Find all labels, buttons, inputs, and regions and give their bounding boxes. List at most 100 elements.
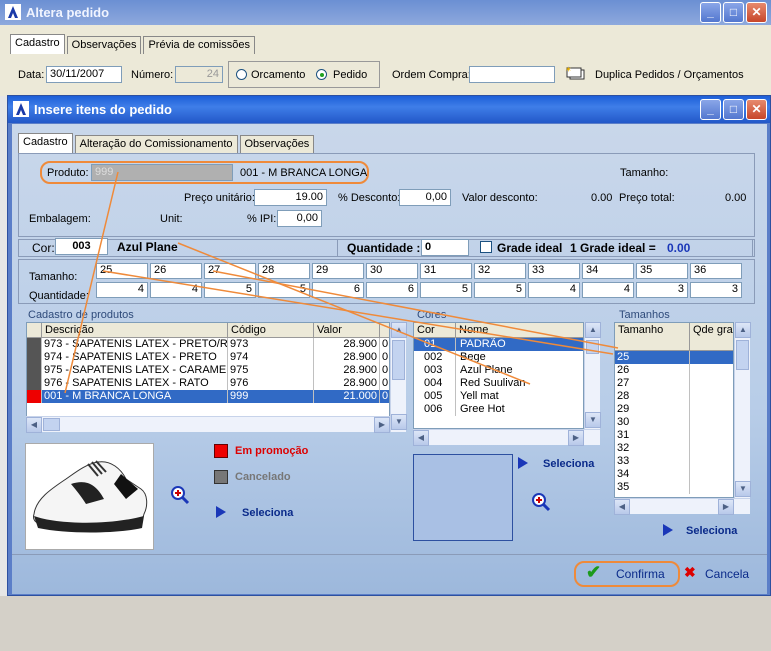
produto-code-field[interactable]: 999 [91, 164, 233, 181]
scroll-up-icon[interactable]: ▲ [391, 322, 407, 338]
close-icon[interactable]: ✕ [746, 99, 767, 120]
header-nome[interactable]: Nome [456, 323, 583, 338]
scroll-thumb[interactable] [586, 340, 599, 354]
size-box[interactable]: 31 [420, 263, 472, 279]
zoom-icon[interactable] [170, 485, 190, 505]
table-row[interactable]: 32 [615, 442, 733, 455]
seleciona-produto-button[interactable]: Seleciona [242, 507, 293, 519]
size-box[interactable]: 30 [366, 263, 418, 279]
table-row[interactable]: 33 [615, 455, 733, 468]
grade-ideal-checkbox[interactable] [480, 241, 492, 253]
tab-previa-comissoes[interactable]: Prévia de comissões [143, 36, 255, 54]
scroll-down-icon[interactable]: ▼ [735, 481, 751, 497]
quantity-box[interactable]: 6 [312, 282, 364, 298]
cores-hscroll[interactable]: ◀ ▶ [413, 429, 600, 446]
desconto-field[interactable]: 0,00 [399, 189, 451, 206]
pedido-radio[interactable] [316, 69, 327, 80]
scroll-down-icon[interactable]: ▼ [585, 412, 601, 428]
header-cor[interactable]: Cor [414, 323, 456, 338]
header-qde-grade[interactable]: Qde grade id [690, 323, 733, 351]
close-icon[interactable]: ✕ [746, 2, 767, 23]
scroll-down-icon[interactable]: ▼ [391, 414, 407, 430]
table-row[interactable]: 01 PADRÃO [414, 338, 583, 351]
size-box[interactable]: 25 [96, 263, 148, 279]
table-row[interactable]: 004 Red Suulivan [414, 377, 583, 390]
quantity-box[interactable]: 3 [690, 282, 742, 298]
quantidade-field[interactable]: 0 [421, 239, 469, 256]
data-field[interactable]: 30/11/2007 [46, 66, 122, 83]
size-box[interactable]: 36 [690, 263, 742, 279]
tamanhos-hscroll[interactable]: ◀ ▶ [614, 498, 750, 515]
scroll-right-icon[interactable]: ▶ [718, 499, 734, 515]
tab-cadastro[interactable]: Cadastro [18, 133, 73, 153]
orcamento-radio[interactable] [236, 69, 247, 80]
header-tamanho[interactable]: Tamanho [615, 323, 690, 351]
size-box[interactable]: 32 [474, 263, 526, 279]
scroll-right-icon[interactable]: ▶ [374, 417, 390, 433]
cores-vscroll[interactable]: ▲ ▼ [584, 322, 601, 429]
scroll-right-icon[interactable]: ▶ [568, 430, 584, 446]
seleciona-cor-button[interactable]: Seleciona [543, 458, 594, 470]
size-box[interactable]: 33 [528, 263, 580, 279]
table-row[interactable]: 002 Bege [414, 351, 583, 364]
cor-code-field[interactable]: 003 [55, 238, 108, 255]
table-row[interactable]: 975 - SAPATENIS LATEX - CARAMEL 975 28.900… [27, 364, 389, 377]
quantity-box[interactable]: 6 [366, 282, 418, 298]
duplica-pedidos-link[interactable]: Duplica Pedidos / Orçamentos [595, 69, 744, 81]
scroll-left-icon[interactable]: ◀ [26, 417, 42, 433]
minimize-icon[interactable]: _ [700, 99, 721, 120]
scroll-thumb[interactable] [392, 340, 405, 380]
tab-cadastro[interactable]: Cadastro [10, 34, 65, 54]
table-row[interactable]: 25 [615, 351, 733, 364]
size-box[interactable]: 35 [636, 263, 688, 279]
table-row[interactable]: 001 - M BRANCA LONGA 999 21.000 0 [27, 390, 389, 403]
scroll-left-icon[interactable]: ◀ [413, 430, 429, 446]
ipi-field[interactable]: 0,00 [277, 210, 322, 227]
table-row[interactable]: 976 - SAPATENIS LATEX - RATO 976 28.900 0 [27, 377, 389, 390]
size-box[interactable]: 29 [312, 263, 364, 279]
scroll-thumb[interactable] [43, 418, 60, 431]
tab-alteracao-comissionamento[interactable]: Alteração do Comissionamento [74, 135, 238, 153]
table-row[interactable]: 30 [615, 416, 733, 429]
quantity-box[interactable]: 4 [582, 282, 634, 298]
table-row[interactable]: 005 Yell mat [414, 390, 583, 403]
scroll-up-icon[interactable]: ▲ [735, 322, 751, 338]
quantity-box[interactable]: 4 [150, 282, 202, 298]
header-codigo[interactable]: Código [228, 323, 314, 338]
size-box[interactable]: 34 [582, 263, 634, 279]
table-row[interactable]: 26 [615, 364, 733, 377]
tab-observacoes[interactable]: Observações [239, 135, 315, 153]
preco-unitario-field[interactable]: 19.00 [254, 189, 327, 206]
scroll-left-icon[interactable]: ◀ [614, 499, 630, 515]
table-row[interactable]: 29 [615, 403, 733, 416]
tab-observacoes[interactable]: Observações [66, 36, 142, 54]
quantity-box[interactable]: 5 [204, 282, 256, 298]
table-row[interactable]: 27 [615, 377, 733, 390]
tamanhos-vscroll[interactable]: ▲ ▼ [734, 322, 751, 498]
minimize-icon[interactable]: _ [700, 2, 721, 23]
scroll-up-icon[interactable]: ▲ [585, 322, 601, 338]
quantity-box[interactable]: 4 [528, 282, 580, 298]
table-row[interactable]: 006 Gree Hot [414, 403, 583, 416]
quantity-box[interactable]: 5 [474, 282, 526, 298]
table-row[interactable]: 31 [615, 429, 733, 442]
numero-field[interactable]: 24 [175, 66, 223, 83]
table-row[interactable]: 34 [615, 468, 733, 481]
quantity-box[interactable]: 5 [420, 282, 472, 298]
size-box[interactable]: 26 [150, 263, 202, 279]
quantity-box[interactable]: 5 [258, 282, 310, 298]
table-row[interactable]: 973 - SAPATENIS LATEX - PRETO/R 973 28.900… [27, 338, 389, 351]
size-box[interactable]: 27 [204, 263, 256, 279]
size-box[interactable]: 28 [258, 263, 310, 279]
produtos-vscroll[interactable]: ▲ ▼ [390, 322, 407, 432]
seleciona-tamanho-button[interactable]: Seleciona [686, 525, 737, 537]
zoom-icon[interactable] [531, 492, 551, 512]
maximize-icon[interactable]: □ [723, 2, 744, 23]
quantity-box[interactable]: 4 [96, 282, 148, 298]
table-row[interactable]: 35 [615, 481, 733, 494]
scroll-thumb[interactable] [736, 340, 749, 370]
table-row[interactable]: 974 - SAPATENIS LATEX - PRETO 974 28.900 0 [27, 351, 389, 364]
header-descricao[interactable]: Descrição [42, 323, 228, 338]
header-valor[interactable]: Valor [314, 323, 380, 338]
quantity-box[interactable]: 3 [636, 282, 688, 298]
